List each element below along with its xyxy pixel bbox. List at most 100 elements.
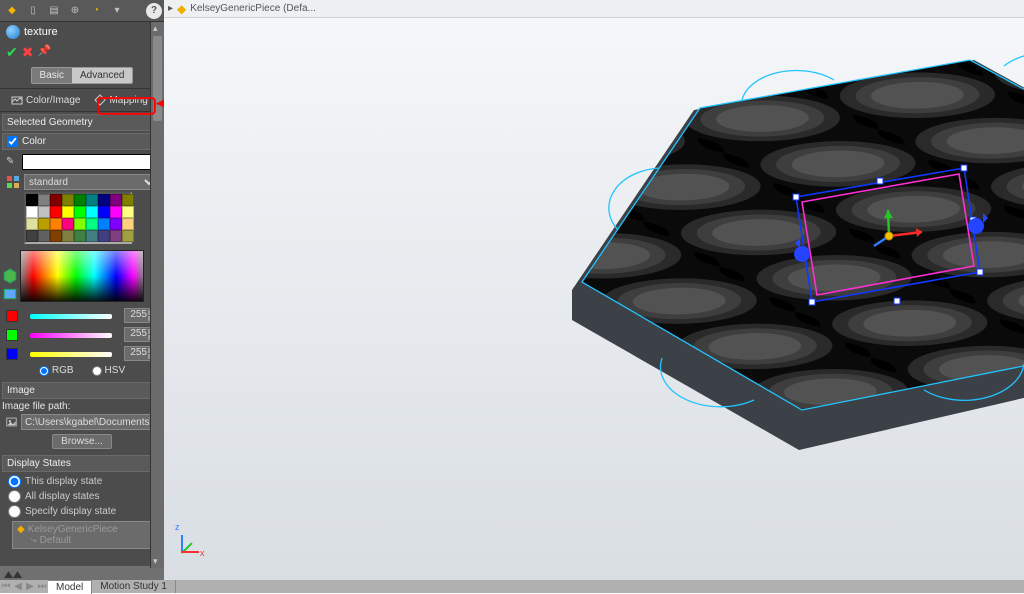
- breadcrumb-bar: ▸ ◆ KelseyGenericPiece (Defa...: [164, 0, 1024, 18]
- fm-tab-4-icon[interactable]: ⊕: [65, 2, 85, 20]
- image-path-label: Image file path:: [2, 401, 162, 412]
- swatch-cell[interactable]: [50, 218, 62, 230]
- tab-nav-buttons[interactable]: ⏮◀▶⏭: [0, 581, 48, 592]
- swatch-cell[interactable]: [26, 230, 38, 242]
- section-selected-geometry[interactable]: Selected Geometry ⌄: [2, 114, 162, 131]
- color-gradient-picker[interactable]: [20, 250, 144, 302]
- swatch-cell[interactable]: [38, 206, 50, 218]
- swatch-set-dropdown[interactable]: standard: [24, 174, 158, 190]
- swatch-cell[interactable]: [98, 194, 110, 206]
- panel-scrollbar[interactable]: [150, 22, 164, 568]
- display-state-tree[interactable]: ◆KelseyGenericPiece ⤷Default: [12, 521, 158, 549]
- pill-advanced[interactable]: Advanced: [72, 68, 132, 83]
- eyedropper-icon[interactable]: ✎: [6, 156, 18, 168]
- swatch-palette-icon: [6, 175, 20, 189]
- section-image[interactable]: Image ⌃: [2, 382, 162, 399]
- graphics-viewport[interactable]: ▸ ◆ KelseyGenericPiece (Defa...: [164, 0, 1024, 580]
- swatch-cell[interactable]: [26, 206, 38, 218]
- green-slider[interactable]: [20, 328, 122, 342]
- image-icon: [6, 415, 17, 429]
- tab-color-image[interactable]: Color/Image: [4, 91, 87, 109]
- swatch-cell[interactable]: [26, 218, 38, 230]
- browse-button[interactable]: Browse...: [52, 434, 112, 449]
- swatch-cell[interactable]: [86, 230, 98, 242]
- swatch-cell[interactable]: [38, 218, 50, 230]
- swatch-cell[interactable]: [62, 218, 74, 230]
- color-enable-checkbox[interactable]: [7, 136, 18, 147]
- feature-mgr-toolbar: ◆ ▯ ▤ ⊕ ◔ ▾ ?: [0, 0, 164, 22]
- swatch-cell[interactable]: [74, 218, 86, 230]
- fm-tab-3-icon[interactable]: ▤: [44, 2, 64, 20]
- image-path-input[interactable]: [21, 414, 158, 430]
- swatch-cell[interactable]: [86, 194, 98, 206]
- swatch-cell[interactable]: [98, 206, 110, 218]
- fm-tab-1-icon[interactable]: ◆: [2, 2, 22, 20]
- radio-all-display-states[interactable]: All display states: [8, 489, 156, 504]
- swatch-cell[interactable]: [122, 218, 134, 230]
- swatch-cell[interactable]: [122, 194, 134, 206]
- apply-to-part-icon[interactable]: [2, 268, 18, 284]
- swatch-cell[interactable]: [86, 206, 98, 218]
- swatch-cell[interactable]: [26, 194, 38, 206]
- swatch-cell[interactable]: [50, 230, 62, 242]
- fm-tab-6-icon[interactable]: ▾: [107, 2, 127, 20]
- appearance-sphere-icon: [6, 25, 20, 39]
- color-mode-hsv[interactable]: HSV: [92, 365, 126, 376]
- swatch-cell[interactable]: [110, 194, 122, 206]
- fm-tab-5-icon[interactable]: ◔: [86, 2, 106, 20]
- swatch-cell[interactable]: [50, 206, 62, 218]
- blue-slider[interactable]: [20, 347, 122, 361]
- red-slider[interactable]: [20, 309, 122, 323]
- panel-resize-grip[interactable]: [0, 566, 164, 580]
- bottom-tab-bar: ⏮◀▶⏭ Model Motion Study 1: [0, 580, 1024, 593]
- swatch-cell[interactable]: [50, 194, 62, 206]
- radio-this-display-state[interactable]: This display state: [8, 474, 156, 489]
- breadcrumb-item[interactable]: KelseyGenericPiece (Defa...: [190, 3, 316, 14]
- panel-title: texture: [24, 26, 58, 38]
- confirm-cancel-icon[interactable]: ✖: [22, 44, 34, 61]
- swatch-cell[interactable]: [74, 206, 86, 218]
- section-display-states[interactable]: Display States ⌃: [2, 455, 162, 472]
- basic-advanced-toggle[interactable]: Basic Advanced: [31, 67, 134, 84]
- current-color-preview[interactable]: [22, 154, 158, 170]
- tab-motion-study[interactable]: Motion Study 1: [92, 580, 176, 593]
- swatch-cell[interactable]: [110, 206, 122, 218]
- scrollbar-thumb[interactable]: [153, 36, 162, 121]
- color-image-icon: [11, 94, 23, 106]
- swatch-cell[interactable]: [86, 218, 98, 230]
- model-plate: [404, 40, 1024, 560]
- swatch-cell[interactable]: [122, 230, 134, 242]
- tab-model[interactable]: Model: [48, 580, 92, 594]
- orientation-triad[interactable]: z x: [178, 524, 210, 556]
- apply-to-face-icon[interactable]: [2, 286, 18, 302]
- swatch-cell[interactable]: [98, 218, 110, 230]
- channel-chip-blue: [6, 348, 18, 360]
- section-color[interactable]: Color ⌃: [2, 133, 162, 150]
- part-icon: ◆: [177, 2, 186, 16]
- swatch-cell[interactable]: [122, 206, 134, 218]
- mapping-icon: [94, 94, 106, 106]
- color-mode-rgb[interactable]: RGB: [39, 365, 74, 376]
- swatch-cell[interactable]: [38, 230, 50, 242]
- appearance-property-panel: ◆ ▯ ▤ ⊕ ◔ ▾ ? texture ✔ ✖ 📌 Basic Advanc…: [0, 0, 164, 580]
- radio-specify-display-state[interactable]: Specify display state: [8, 504, 156, 519]
- swatch-cell[interactable]: [62, 230, 74, 242]
- swatch-cell[interactable]: [62, 194, 74, 206]
- tab-mapping[interactable]: Mapping: [87, 91, 154, 109]
- confirm-ok-icon[interactable]: ✔: [6, 44, 18, 61]
- swatch-cell[interactable]: [74, 230, 86, 242]
- swatch-cell[interactable]: [110, 230, 122, 242]
- pin-icon[interactable]: 📌: [37, 44, 51, 61]
- swatch-cell[interactable]: [98, 230, 110, 242]
- fm-tab-2-icon[interactable]: ▯: [23, 2, 43, 20]
- crumb-arrow-icon[interactable]: ▸: [168, 3, 173, 14]
- swatch-cell[interactable]: [74, 194, 86, 206]
- pill-basic[interactable]: Basic: [32, 68, 72, 83]
- channel-chip-red: [6, 310, 18, 322]
- swatch-cell[interactable]: [62, 206, 74, 218]
- channel-chip-green: [6, 329, 18, 341]
- swatch-cell[interactable]: [38, 194, 50, 206]
- color-swatch-grid[interactable]: [24, 192, 132, 244]
- help-icon[interactable]: ?: [146, 3, 162, 19]
- swatch-cell[interactable]: [110, 218, 122, 230]
